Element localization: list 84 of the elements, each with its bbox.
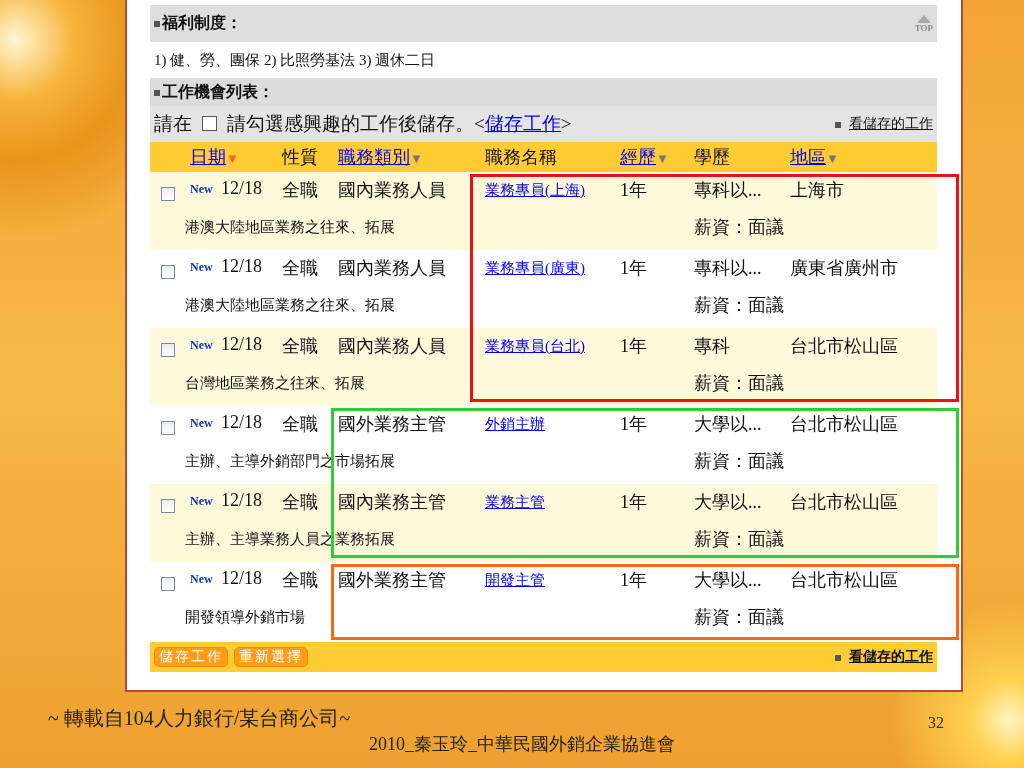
new-label: New <box>189 182 214 197</box>
salary-text: 薪資：面議 <box>694 606 785 629</box>
job-title-link[interactable]: 業務主管 <box>485 493 545 512</box>
job-description: 港澳大陸地區業務之往來、拓展 <box>185 217 396 237</box>
salary-text: 薪資：面議 <box>694 216 785 239</box>
saved-jobs-link[interactable]: 看儲存的工作 <box>835 648 933 666</box>
checkbox[interactable] <box>161 265 175 279</box>
job-category: 國外業務主管 <box>338 569 447 592</box>
new-label: New <box>189 338 214 353</box>
credit-text: 2010_秦玉玲_中華民國外銷企業協進會 <box>369 734 675 754</box>
checkbox[interactable] <box>161 577 175 591</box>
source-note: ~ 轉載自104人力銀行/某台商公司~ <box>48 706 351 731</box>
area-text: 台北市松山區 <box>790 569 899 592</box>
job-title-link[interactable]: 外銷主辦 <box>485 415 545 434</box>
experience-text: 1年 <box>620 413 648 436</box>
job-title-link[interactable]: 業務專員(上海) <box>485 181 585 200</box>
salary-text: 薪資：面議 <box>694 294 785 317</box>
column-header: 職務名稱 <box>485 147 557 167</box>
checkbox[interactable] <box>202 116 217 131</box>
saved-jobs-link[interactable]: 看儲存的工作 <box>835 115 933 133</box>
area-text: 台北市松山區 <box>790 491 899 514</box>
instruction-text: 請在 <box>154 113 192 134</box>
checkbox[interactable] <box>161 499 175 513</box>
column-header: 學歷 <box>694 147 730 167</box>
job-type: 全職 <box>282 491 319 514</box>
date-text: 12/18 <box>221 412 263 434</box>
instruction-text: 請勾選感興趣的工作後儲存。<儲存工作> <box>227 113 572 134</box>
column-header: 性質 <box>282 147 318 167</box>
benefits-text: 1) 健、勞、團保 2) 比照勞基法 3) 週休二日 <box>154 50 436 70</box>
job-description: 開發領導外銷市場 <box>185 607 306 627</box>
job-category: 國內業務人員 <box>338 335 447 358</box>
date-text: 12/18 <box>221 568 263 590</box>
job-title-link[interactable]: 業務專員(廣東) <box>485 259 585 278</box>
job-type: 全職 <box>282 257 319 280</box>
save-jobs-link[interactable]: 儲存工作 <box>484 113 561 134</box>
up-arrow-icon <box>916 14 931 23</box>
job-category: 國內業務主管 <box>338 491 447 514</box>
section-heading: 福利制度： <box>154 13 242 34</box>
job-category: 國外業務主管 <box>338 413 447 436</box>
area-text: 上海市 <box>790 179 845 202</box>
new-label: New <box>189 416 214 431</box>
checkbox[interactable] <box>161 421 175 435</box>
column-header[interactable]: 職務類別 <box>338 147 410 167</box>
job-description: 台灣地區業務之往來、拓展 <box>185 373 366 393</box>
checkbox[interactable] <box>161 343 175 357</box>
education-text: 專科 <box>694 335 731 358</box>
education-text: 大學以... <box>694 569 763 592</box>
new-label: New <box>189 572 214 587</box>
column-header[interactable]: 日期 <box>190 147 226 167</box>
section-heading: 工作機會列表： <box>154 81 274 103</box>
date-text: 12/18 <box>221 178 263 200</box>
column-header[interactable]: 地區 <box>790 147 826 167</box>
experience-text: 1年 <box>620 257 648 280</box>
area-text: 台北市松山區 <box>790 335 899 358</box>
column-header[interactable]: 經歷 <box>620 147 656 167</box>
job-title-link[interactable]: 業務專員(台北) <box>485 337 585 356</box>
experience-text: 1年 <box>620 179 648 202</box>
checkbox[interactable] <box>161 187 175 201</box>
date-text: 12/18 <box>221 490 263 512</box>
job-title-link[interactable]: 開發主管 <box>485 571 545 590</box>
area-text: 廣東省廣州市 <box>790 257 899 280</box>
experience-text: 1年 <box>620 335 648 358</box>
job-type: 全職 <box>282 569 319 592</box>
new-label: New <box>189 260 214 275</box>
experience-text: 1年 <box>620 569 648 592</box>
page-number: 32 <box>928 714 944 732</box>
area-text: 台北市松山區 <box>790 413 899 436</box>
job-category: 國內業務人員 <box>338 257 447 280</box>
education-text: 大學以... <box>694 413 763 436</box>
job-description: 港澳大陸地區業務之往來、拓展 <box>185 295 396 315</box>
education-text: 專科以... <box>694 257 763 280</box>
new-label: New <box>189 494 214 509</box>
job-type: 全職 <box>282 413 319 436</box>
salary-text: 薪資：面議 <box>694 372 785 395</box>
education-text: 大學以... <box>694 491 763 514</box>
salary-text: 薪資：面議 <box>694 528 785 551</box>
job-category: 國內業務人員 <box>338 179 447 202</box>
job-type: 全職 <box>282 179 319 202</box>
education-text: 專科以... <box>694 179 763 202</box>
job-type: 全職 <box>282 335 319 358</box>
date-text: 12/18 <box>221 334 263 356</box>
date-text: 12/18 <box>221 256 263 278</box>
experience-text: 1年 <box>620 491 648 514</box>
salary-text: 薪資：面議 <box>694 450 785 473</box>
